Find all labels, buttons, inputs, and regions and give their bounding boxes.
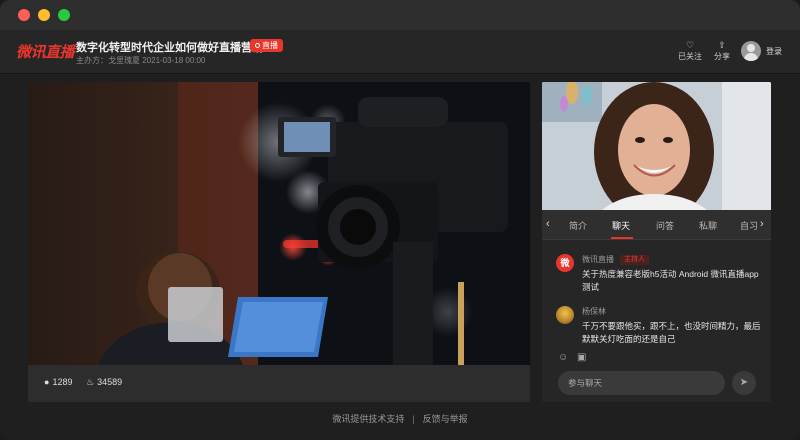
- chat-input[interactable]: [558, 371, 725, 395]
- flame-icon: ♨: [86, 377, 95, 387]
- send-button[interactable]: ➤: [732, 371, 756, 395]
- message-author-name: 微讯直播: [582, 255, 614, 264]
- maximize-window-button[interactable]: [58, 9, 70, 21]
- follow-button[interactable]: ♡ 已关注: [676, 39, 704, 62]
- live-video[interactable]: [28, 82, 530, 365]
- message-author: 杨保林: [582, 307, 606, 316]
- emoji-icon[interactable]: ☺: [558, 352, 568, 363]
- player-stats-bar: ● 1289 ♨ 34589: [28, 365, 530, 402]
- title-bar: [0, 0, 800, 30]
- chat-toolbar: ☺ ▣: [558, 352, 592, 363]
- panel-tabs: ‹ 简介 聊天 问答 私聊 自习 ›: [542, 210, 771, 240]
- login-link[interactable]: 登录: [766, 46, 782, 57]
- tab-private-chat[interactable]: 私聊: [699, 219, 717, 232]
- live-icon: [255, 43, 260, 48]
- footer-divider: |: [412, 414, 415, 424]
- viewer-count-value: 1289: [52, 377, 73, 387]
- video-player[interactable]: ● 1289 ♨ 34589: [28, 82, 530, 402]
- feedback-link[interactable]: 反馈与举报: [423, 414, 468, 424]
- side-panel: ‹ 简介 聊天 问答 私聊 自习 › 微 微讯直播 主持人 关于热度兼容老版h5活…: [542, 82, 771, 402]
- app-window: 微讯直播 数字化转型时代企业如何做好直播营销 直播 主办方：戈里瑰夏 2021-…: [0, 0, 800, 440]
- popularity-count: ♨ 34589: [86, 377, 122, 388]
- message-text: 千万不要跟他买，跟不上，也没时间精力，最后默默关灯吃面的还是自己: [582, 321, 761, 344]
- avatar[interactable]: [741, 41, 761, 61]
- live-badge: 直播: [250, 39, 283, 52]
- popularity-value: 34589: [97, 377, 123, 387]
- share-button[interactable]: ⇪ 分享: [708, 39, 736, 62]
- viewer-count: ● 1289: [44, 377, 72, 387]
- video-frame: [28, 82, 530, 365]
- presenter-frame: [542, 82, 771, 210]
- user-icon: ●: [44, 377, 50, 387]
- close-window-button[interactable]: [18, 9, 30, 21]
- tab-self-study[interactable]: 自习: [740, 219, 758, 232]
- message-text: 关于热度兼容老版h5活动 Android 微讯直播app测试: [582, 269, 759, 292]
- organizer-info: 主办方：戈里瑰夏 2021-03-18 00:00: [76, 56, 206, 65]
- live-badge-label: 直播: [262, 41, 278, 50]
- message-author: 微讯直播 主持人: [582, 254, 649, 265]
- tab-chat[interactable]: 聊天: [612, 219, 630, 232]
- tab-intro[interactable]: 简介: [569, 219, 587, 232]
- host-badge: 主持人: [620, 255, 649, 265]
- presenter-camera[interactable]: [542, 82, 771, 210]
- message-avatar: [556, 306, 574, 324]
- footer: 微讯提供技术支持 | 反馈与举报: [0, 412, 800, 425]
- follow-label: 已关注: [678, 52, 702, 61]
- share-label: 分享: [714, 52, 730, 61]
- tech-support-link[interactable]: 微讯提供技术支持: [332, 414, 404, 424]
- image-icon[interactable]: ▣: [577, 352, 586, 363]
- message-avatar: 微: [556, 254, 574, 272]
- page-title: 数字化转型时代企业如何做好直播营销: [76, 42, 263, 54]
- share-icon: ⇪: [718, 40, 726, 50]
- heart-icon: ♡: [685, 40, 695, 50]
- minimize-window-button[interactable]: [38, 9, 50, 21]
- logo[interactable]: 微讯直播: [16, 41, 75, 62]
- tab-qa[interactable]: 问答: [656, 219, 674, 232]
- send-icon: ➤: [739, 377, 749, 388]
- chevron-left-icon[interactable]: ‹: [546, 218, 550, 230]
- active-tab-indicator: [611, 237, 633, 239]
- header: 微讯直播 数字化转型时代企业如何做好直播营销 直播 主办方：戈里瑰夏 2021-…: [0, 30, 800, 74]
- chevron-right-icon[interactable]: ›: [760, 218, 764, 230]
